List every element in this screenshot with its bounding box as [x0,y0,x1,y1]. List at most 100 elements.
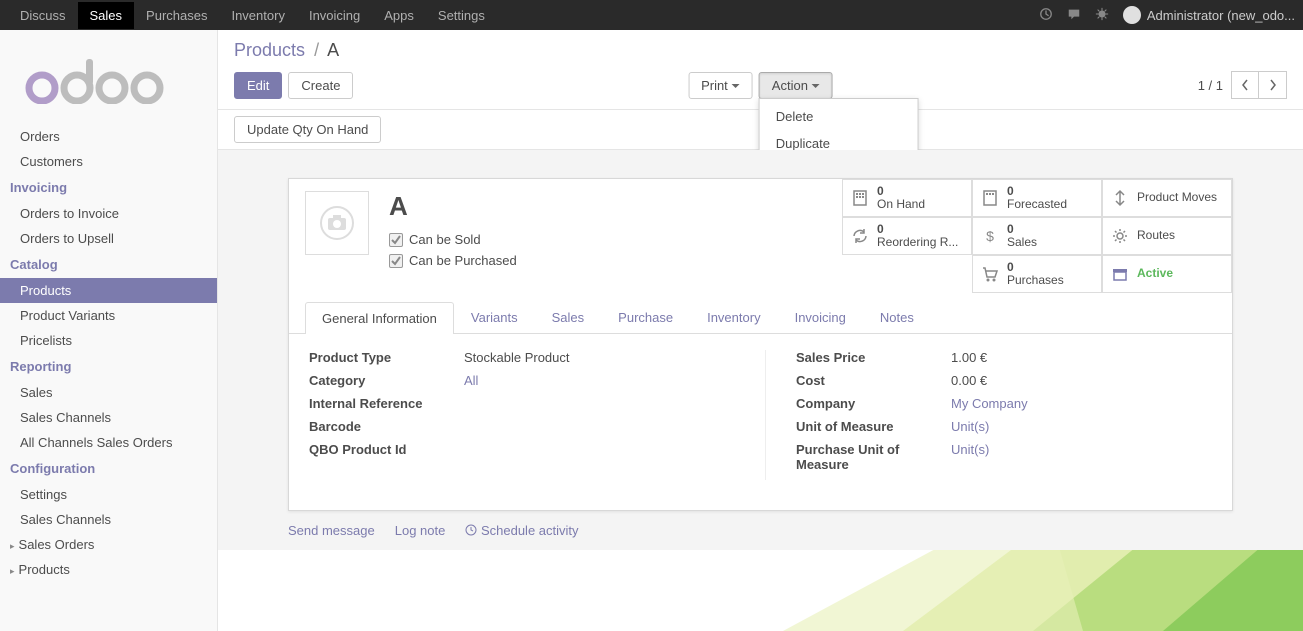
nav-inventory[interactable]: Inventory [219,2,296,29]
sidebar-item-products-config[interactable]: Products [0,557,217,582]
tab-notes[interactable]: Notes [863,301,931,333]
sidebar-item-orders-to-upsell[interactable]: Orders to Upsell [0,226,217,251]
sidebar-item-sales-channels-report[interactable]: Sales Channels [0,405,217,430]
sidebar-header-reporting: Reporting [0,353,217,380]
activity-icon[interactable] [1039,7,1053,24]
stat-on-hand[interactable]: 0On Hand [842,179,972,217]
edit-button[interactable]: Edit [234,72,282,99]
create-button[interactable]: Create [288,72,353,99]
pager-text: 1 / 1 [1198,78,1223,93]
product-image[interactable] [305,191,369,255]
breadcrumb-separator: / [314,40,319,60]
cost-value: 0.00 € [951,373,1212,388]
cart-icon [981,265,999,283]
building-icon [851,189,869,207]
can-be-sold-checkbox[interactable] [389,233,403,247]
sales-price-label: Sales Price [796,350,951,365]
log-note-link[interactable]: Log note [395,523,446,538]
sidebar-item-product-variants[interactable]: Product Variants [0,303,217,328]
product-type-label: Product Type [309,350,464,365]
sidebar-item-orders-to-invoice[interactable]: Orders to Invoice [0,201,217,226]
gear-icon [1111,227,1129,245]
debug-icon[interactable] [1095,7,1109,24]
stat-active[interactable]: Active [1102,255,1232,293]
breadcrumb: Products / A [234,40,1287,61]
can-be-sold-label: Can be Sold [409,232,481,247]
sidebar-item-settings[interactable]: Settings [0,482,217,507]
nav-sales[interactable]: Sales [78,2,135,29]
breadcrumb-parent[interactable]: Products [234,40,305,60]
tab-general-information[interactable]: General Information [305,302,454,334]
messages-icon[interactable] [1067,7,1081,24]
tab-inventory[interactable]: Inventory [690,301,777,333]
sidebar-item-customers[interactable]: Customers [0,149,217,174]
qbo-product-id-value [464,442,725,457]
purchase-uom-value[interactable]: Unit(s) [951,442,1212,472]
sidebar-header-configuration: Configuration [0,455,217,482]
check-icon [391,235,401,245]
pager-prev-button[interactable] [1231,71,1259,99]
sidebar-item-pricelists[interactable]: Pricelists [0,328,217,353]
pager-next-button[interactable] [1259,71,1287,99]
archive-icon [1111,265,1129,283]
form-sheet: A Can be Sold Can be Purchased [288,178,1233,511]
top-nav: Discuss Sales Purchases Inventory Invoic… [0,0,1303,30]
stat-reordering[interactable]: 0Reordering R... [842,217,972,255]
arrows-icon [1111,189,1129,207]
sidebar: Orders Customers Invoicing Orders to Inv… [0,30,218,631]
can-be-purchased-checkbox[interactable] [389,254,403,268]
user-name: Administrator (new_odo... [1147,8,1295,23]
nav-settings[interactable]: Settings [426,2,497,29]
action-delete[interactable]: Delete [760,103,918,130]
stat-sales[interactable]: $ 0Sales [972,217,1102,255]
content: Products / A Edit Create Print Action De… [218,30,1303,631]
nav-apps[interactable]: Apps [372,2,426,29]
dollar-icon: $ [981,227,999,245]
print-button[interactable]: Print [688,72,753,99]
toolbar: Edit Create Print Action Delete Duplicat… [218,67,1303,110]
stat-product-moves[interactable]: Product Moves [1102,179,1232,217]
update-qty-button[interactable]: Update Qty On Hand [234,116,381,143]
tabs: General Information Variants Sales Purch… [289,301,1232,334]
tab-invoicing[interactable]: Invoicing [778,301,863,333]
sales-price-value: 1.00 € [951,350,1212,365]
chevron-left-icon [1241,79,1249,91]
product-name: A [389,191,517,222]
barcode-label: Barcode [309,419,464,434]
send-message-link[interactable]: Send message [288,523,375,538]
chevron-right-icon [1269,79,1277,91]
uom-value[interactable]: Unit(s) [951,419,1212,434]
tab-variants[interactable]: Variants [454,301,535,333]
chatter: Send message Log note Schedule activity [288,511,1233,550]
barcode-value [464,419,725,434]
tab-purchase[interactable]: Purchase [601,301,690,333]
sidebar-item-orders[interactable]: Orders [0,124,217,149]
internal-reference-label: Internal Reference [309,396,464,411]
sidebar-item-products[interactable]: Products [0,278,217,303]
sidebar-item-sales-orders-config[interactable]: Sales Orders [0,532,217,557]
company-label: Company [796,396,951,411]
company-value[interactable]: My Company [951,396,1212,411]
nav-invoicing[interactable]: Invoicing [297,2,372,29]
sidebar-item-sales-channels-config[interactable]: Sales Channels [0,507,217,532]
category-value[interactable]: All [464,373,725,388]
nav-purchases[interactable]: Purchases [134,2,219,29]
stat-forecasted[interactable]: 0Forecasted [972,179,1102,217]
sidebar-item-sales-report[interactable]: Sales [0,380,217,405]
breadcrumb-current: A [327,40,339,60]
building-icon [981,189,999,207]
user-menu[interactable]: Administrator (new_odo... [1123,6,1295,24]
nav-discuss[interactable]: Discuss [8,2,78,29]
stat-purchases[interactable]: 0Purchases [972,255,1102,293]
can-be-purchased-label: Can be Purchased [409,253,517,268]
tab-sales[interactable]: Sales [535,301,602,333]
purchase-uom-label: Purchase Unit of Measure [796,442,951,472]
sidebar-item-all-channels-sales-orders[interactable]: All Channels Sales Orders [0,430,217,455]
stat-routes[interactable]: Routes [1102,217,1232,255]
action-button[interactable]: Action [759,72,833,99]
check-icon [391,256,401,266]
product-type-value: Stockable Product [464,350,725,365]
clock-icon [465,524,477,536]
internal-reference-value [464,396,725,411]
schedule-activity-link[interactable]: Schedule activity [465,523,578,538]
